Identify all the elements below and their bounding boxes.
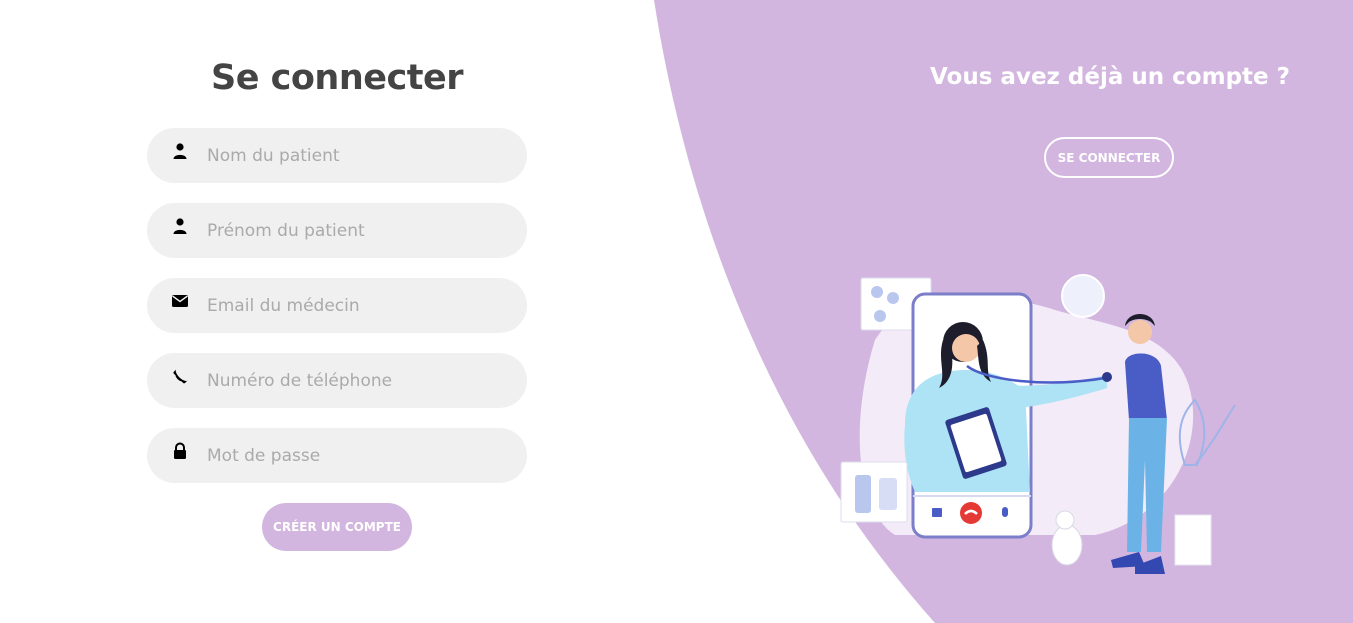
password-input[interactable] <box>207 428 507 483</box>
doctor-video-consultation-illustration <box>840 274 1236 574</box>
user-icon <box>173 143 187 159</box>
doctor-email-input[interactable] <box>207 278 507 333</box>
last-name-input[interactable] <box>207 128 507 183</box>
user-icon <box>173 218 187 234</box>
phone-field[interactable] <box>147 353 527 408</box>
signup-page: Se connecter Nom du patient Prénom du pa… <box>0 0 1353 623</box>
create-account-button[interactable]: CRÉER UN COMPTE <box>262 503 412 551</box>
phone-icon <box>173 369 188 384</box>
form-title: Se connecter <box>211 58 463 98</box>
password-field[interactable] <box>147 428 527 483</box>
phone-input[interactable] <box>207 353 507 408</box>
first-name-input[interactable] <box>207 203 507 258</box>
signin-button[interactable]: SE CONNECTER <box>1044 137 1174 178</box>
lock-icon <box>174 442 186 459</box>
envelope-icon <box>172 295 188 307</box>
last-name-field[interactable] <box>147 128 527 183</box>
signin-panel-title: Vous avez déjà un compte ? <box>930 64 1290 90</box>
doctor-email-field[interactable] <box>147 278 527 333</box>
first-name-field[interactable] <box>147 203 527 258</box>
